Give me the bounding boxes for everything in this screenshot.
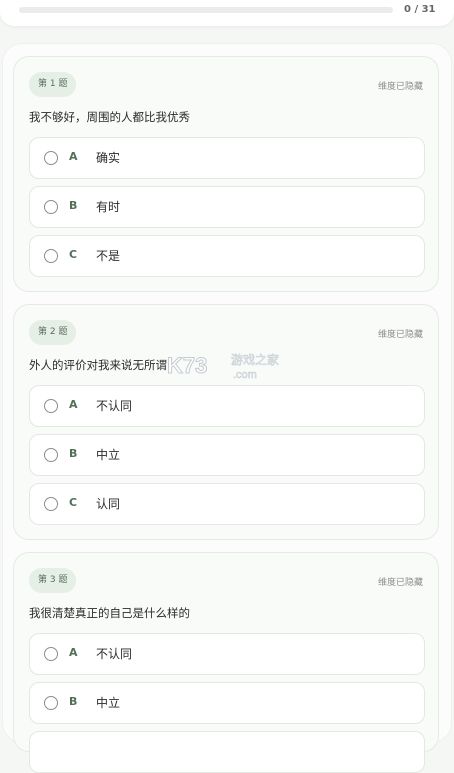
question-number-badge: 第 3 题: [29, 568, 77, 593]
option-text: 不认同: [96, 399, 133, 413]
watermark-logo-text: K73: [167, 353, 207, 378]
dimension-hidden-label: 维度已隐藏: [377, 82, 423, 92]
option-text: 有时: [96, 200, 121, 214]
question-number-badge: 第 1 题: [29, 72, 77, 97]
radio-circle-icon[interactable]: [44, 497, 58, 511]
radio-circle-icon[interactable]: [44, 448, 58, 462]
watermark-domain: .com: [233, 369, 257, 381]
option-text: 不认同: [96, 647, 133, 661]
question-text: 我很清楚真正的自己是什么样的: [29, 606, 190, 620]
option-letter: B: [69, 447, 78, 460]
option-c[interactable]: C 认同: [29, 483, 425, 525]
option-text: 中立: [96, 448, 121, 462]
question-number-badge: 第 2 题: [29, 320, 77, 345]
option-letter: A: [69, 646, 78, 659]
radio-circle-icon[interactable]: [44, 399, 58, 413]
question-text: 我不够好，周围的人都比我优秀: [29, 110, 190, 124]
option-text: 中立: [96, 696, 121, 710]
question-text: 外人的评价对我来说无所谓: [29, 358, 167, 372]
radio-circle-icon[interactable]: [44, 647, 58, 661]
watermark-site-name: 游戏之家: [231, 352, 279, 367]
option-c-partial[interactable]: [29, 731, 425, 773]
progress-counter: 0 / 31: [404, 4, 436, 15]
question-card-2: 第 2 题 维度已隐藏 外人的评价对我来说无所谓 A 不认同 B 中立 C 认同: [13, 304, 439, 540]
option-letter: C: [69, 496, 78, 509]
progress-header: 0 / 31: [0, 0, 454, 26]
option-a[interactable]: A 确实: [29, 137, 425, 179]
option-letter: A: [69, 398, 78, 411]
progress-track: [19, 7, 393, 13]
option-letter: B: [69, 695, 78, 708]
option-b[interactable]: B 有时: [29, 186, 425, 228]
option-text: 确实: [96, 151, 121, 165]
option-b[interactable]: B 中立: [29, 682, 425, 724]
radio-circle-icon[interactable]: [44, 696, 58, 710]
dimension-hidden-label: 维度已隐藏: [377, 330, 423, 340]
option-letter: C: [69, 248, 78, 261]
question-card-3: 第 3 题 维度已隐藏 我很清楚真正的自己是什么样的 A 不认同 B 中立: [13, 552, 439, 773]
radio-circle-icon[interactable]: [44, 200, 58, 214]
option-c[interactable]: C 不是: [29, 235, 425, 277]
option-letter: A: [69, 150, 78, 163]
option-text: 不是: [96, 249, 121, 263]
option-a[interactable]: A 不认同: [29, 385, 425, 427]
radio-circle-icon[interactable]: [44, 151, 58, 165]
site-watermark-logo: K73 游戏之家 .com: [167, 352, 280, 382]
radio-circle-icon[interactable]: [44, 249, 58, 263]
option-a[interactable]: A 不认同: [29, 633, 425, 675]
option-text: 认同: [96, 497, 121, 511]
question-card-1: 第 1 题 维度已隐藏 我不够好，周围的人都比我优秀 A 确实 B 有时 C 不…: [13, 56, 439, 292]
option-letter: B: [69, 199, 78, 212]
dimension-hidden-label: 维度已隐藏: [377, 578, 423, 588]
option-b[interactable]: B 中立: [29, 434, 425, 476]
